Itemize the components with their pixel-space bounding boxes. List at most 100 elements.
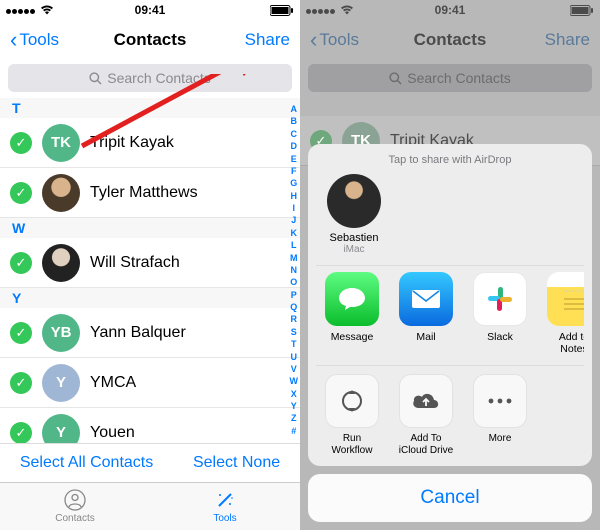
check-icon[interactable]: ✓: [10, 322, 32, 344]
index-letter[interactable]: C: [290, 129, 299, 140]
contact-name: Will Strafach: [90, 254, 180, 272]
avatar: [42, 174, 80, 212]
share-sheet: Tap to share with AirDrop Sebastien iMac…: [308, 144, 592, 522]
page-title: Contacts: [300, 30, 600, 50]
index-letter[interactable]: W: [290, 376, 299, 387]
more-icon: [473, 374, 527, 428]
index-letter[interactable]: J: [290, 215, 299, 226]
status-bar: 09:41: [300, 0, 600, 20]
app-label: Add to Notes: [544, 331, 584, 355]
contact-row[interactable]: ✓ Will Strafach: [0, 238, 300, 288]
index-letter[interactable]: N: [290, 265, 299, 276]
index-letter[interactable]: V: [290, 364, 299, 375]
select-all-button[interactable]: Select All Contacts: [20, 454, 153, 472]
airdrop-avatar: [327, 174, 381, 228]
check-icon[interactable]: ✓: [10, 132, 32, 154]
search-input[interactable]: Search Contacts: [8, 64, 292, 92]
check-icon[interactable]: ✓: [10, 252, 32, 274]
search-placeholder: Search Contacts: [107, 70, 211, 86]
index-letter[interactable]: R: [290, 314, 299, 325]
contact-row[interactable]: ✓ Y YMCA: [0, 358, 300, 408]
index-letter[interactable]: T: [290, 339, 299, 350]
share-app-slack[interactable]: Slack: [470, 272, 530, 355]
contact-name: YMCA: [90, 374, 136, 392]
check-icon[interactable]: ✓: [10, 422, 32, 444]
airdrop-device: iMac: [324, 244, 384, 255]
status-bar: 09:41: [0, 0, 300, 20]
app-label: Slack: [470, 331, 530, 343]
index-letter[interactable]: K: [290, 228, 299, 239]
avatar: TK: [42, 124, 80, 162]
action-more[interactable]: More: [470, 374, 530, 456]
action-label: Run Workflow: [322, 433, 382, 456]
contact-name: Tripit Kayak: [90, 134, 174, 152]
nav-bar: ‹ Tools Contacts Share: [0, 20, 300, 60]
index-letter[interactable]: S: [290, 327, 299, 338]
index-bar[interactable]: ABCDEFGHIJKLMNOPQRSTUVWXYZ #: [290, 98, 299, 443]
check-icon[interactable]: ✓: [10, 182, 32, 204]
share-actions-row[interactable]: Run Workflow Add To iCloud Drive More: [316, 365, 584, 462]
avatar: [42, 244, 80, 282]
index-letter[interactable]: G: [290, 178, 299, 189]
status-time: 09:41: [300, 3, 600, 17]
share-app-mail[interactable]: Mail: [396, 272, 456, 355]
section-header: W: [0, 218, 300, 238]
slack-icon: [473, 272, 527, 326]
index-letter[interactable]: D: [290, 141, 299, 152]
share-apps-row[interactable]: Message Mail: [316, 265, 584, 365]
avatar: YB: [42, 314, 80, 352]
page-title: Contacts: [0, 30, 300, 50]
nav-bar: ‹ Tools Contacts Share: [300, 20, 600, 60]
index-letter[interactable]: A: [290, 104, 299, 115]
index-letter[interactable]: H: [290, 191, 299, 202]
index-letter[interactable]: X: [290, 389, 299, 400]
share-app-message[interactable]: Message: [322, 272, 382, 355]
avatar: Y: [42, 364, 80, 402]
share-sheet-screen: 09:41 ‹ Tools Contacts Share Search Cont…: [300, 0, 600, 530]
status-time: 09:41: [0, 3, 300, 17]
index-letter[interactable]: E: [290, 154, 299, 165]
tab-label: Tools: [213, 513, 236, 524]
airdrop-hint: Tap to share with AirDrop: [316, 154, 584, 166]
index-letter[interactable]: M: [290, 253, 299, 264]
tab-tools[interactable]: Tools: [150, 483, 300, 530]
index-letter[interactable]: Y: [290, 401, 299, 412]
search-icon: [89, 72, 102, 85]
mail-icon: [399, 272, 453, 326]
contact-row[interactable]: ✓ Tyler Matthews: [0, 168, 300, 218]
index-letter[interactable]: B: [290, 116, 299, 127]
index-letter[interactable]: F: [290, 166, 299, 177]
contact-name: Youen: [90, 424, 135, 442]
index-letter[interactable]: Q: [290, 302, 299, 313]
action-run-workflow[interactable]: Run Workflow: [322, 374, 382, 456]
wand-icon: [214, 489, 236, 511]
index-letter[interactable]: #: [290, 426, 299, 437]
tab-contacts[interactable]: Contacts: [0, 483, 150, 530]
contact-row[interactable]: ✓ TK Tripit Kayak: [0, 118, 300, 168]
contact-row[interactable]: ✓ YB Yann Balquer: [0, 308, 300, 358]
contact-row[interactable]: ✓ Y Youen: [0, 408, 300, 443]
airdrop-name: Sebastien: [324, 232, 384, 244]
contact-name: Yann Balquer: [90, 324, 186, 342]
airdrop-target[interactable]: Sebastien iMac: [324, 174, 384, 255]
index-letter[interactable]: L: [290, 240, 299, 251]
contacts-list[interactable]: T ✓ TK Tripit Kayak ✓ Tyler Matthews W ✓…: [0, 98, 300, 443]
index-letter[interactable]: O: [290, 277, 299, 288]
index-letter[interactable]: P: [290, 290, 299, 301]
selection-toolbar: Select All Contacts Select None: [0, 443, 300, 482]
check-icon[interactable]: ✓: [10, 372, 32, 394]
index-letter[interactable]: Z: [290, 413, 299, 424]
app-label: Message: [322, 331, 382, 343]
index-letter[interactable]: I: [290, 203, 299, 214]
airdrop-row: Sebastien iMac: [316, 174, 584, 265]
cancel-button[interactable]: Cancel: [308, 474, 592, 522]
share-app-notes[interactable]: Add to Notes: [544, 272, 584, 355]
search-placeholder: Search Contacts: [407, 70, 511, 86]
index-letter[interactable]: U: [290, 352, 299, 363]
contacts-screen: 09:41 ‹ Tools Contacts Share Search Cont…: [0, 0, 300, 530]
share-panel: Tap to share with AirDrop Sebastien iMac…: [308, 144, 592, 466]
action-icloud-drive[interactable]: Add To iCloud Drive: [396, 374, 456, 456]
search-input: Search Contacts: [308, 64, 592, 92]
select-none-button[interactable]: Select None: [193, 454, 280, 472]
action-label: Add To iCloud Drive: [396, 433, 456, 456]
